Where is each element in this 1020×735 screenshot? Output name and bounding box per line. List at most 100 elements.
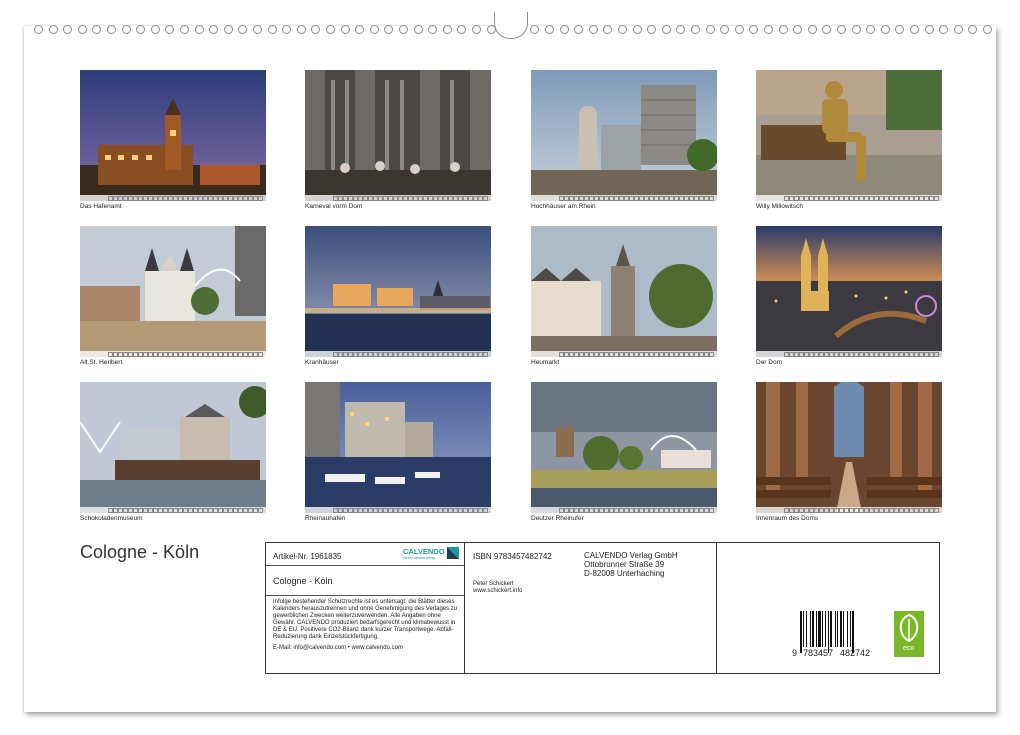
product-info-box: Artikel-Nr. 1961835 CALVENDO Mein Kalend… [265,542,940,674]
photo-caption: Innenraum des Doms [756,515,819,522]
harbour-office-photo [80,70,266,201]
calendar-day-box [258,352,263,357]
barcode-bar [843,611,844,647]
binding-hole [968,25,978,34]
calendar-day-box [934,352,939,357]
binding-hole [793,25,803,34]
binding-hole [618,25,627,34]
carnival-cathedral-photo [305,70,491,201]
binding-hole [194,25,204,34]
author-name: Peter Schickert [473,581,514,587]
binding-hole [778,25,788,34]
binding-hole [807,25,817,34]
binding-hole [910,25,919,34]
binding-hole [136,25,146,34]
deutz-riverbank-photo [531,382,717,513]
eco-label: eco [903,645,915,652]
photo-schokoladenmuseum [80,382,266,513]
statue-bench-photo [756,70,942,201]
calendar-day-box [709,196,714,201]
binding-hole [369,25,379,34]
page-title: Cologne - Köln [80,542,200,562]
binding-hole [34,25,43,34]
barcode-bar [800,611,802,653]
photo-willy-millowitsch [756,70,942,201]
chocolate-museum-photo [80,382,266,513]
calendar-strip [305,507,491,513]
binding-hole [953,25,963,34]
photo-caption: Das Hafenamt [80,203,122,210]
calendar-day-box [934,196,939,201]
barcode-bar [818,611,821,647]
calendar-strip [756,195,942,201]
binding-hole [574,25,584,34]
calendar-strip [756,507,942,513]
eco-badge: eco [894,611,924,657]
binding-hole [472,25,481,34]
binding-hole [734,25,744,34]
binding-hole [223,25,233,34]
calendar-strip [305,351,491,357]
binding-hole [720,25,730,34]
binding-hole [895,25,905,34]
product-title: Cologne - Köln [273,576,333,586]
binding-hole [822,25,832,34]
binding-hole [603,25,613,34]
barcode-bar [852,611,854,653]
publisher-street: Ottobrunner Straße 39 [584,560,665,569]
binding-hole [253,25,262,34]
photo-innenraum-des-doms [756,382,942,513]
binding-hole [209,25,219,34]
cathedral-interior-photo [756,382,942,513]
barcode-bar [812,611,814,647]
barcode-bar [835,611,836,647]
barcode-bar [850,611,851,647]
contact-line: E-Mail: info@calvendo.com • www.calvendo… [273,645,403,651]
photo-rheinauhafen [305,382,491,513]
publisher-city: D-82008 Unterhaching [584,569,665,578]
binding-hole [632,25,642,34]
photo-caption: Der Dom [756,359,783,366]
binding-hole [355,25,365,34]
legal-notice: Infolge bestehender Schutzrechte ist es … [273,599,458,640]
binding-hole [749,25,759,34]
cathedral-night-photo [756,226,942,357]
binding-hole [837,25,846,34]
binding-hole [180,25,189,34]
photo-deutzer-rheinufer [531,382,717,513]
divider [266,565,464,566]
calendar-day-box [483,196,488,201]
binding-hole [705,25,715,34]
photo-alt-st-heribert [80,226,266,357]
crane-houses-photo [305,226,491,357]
photo-caption: Schokoladenmuseum [80,515,143,522]
binding-hole [384,25,394,34]
binding-hole [588,25,598,34]
calvendo-mark-icon [447,547,459,559]
barcode-bar [822,611,823,647]
barcode-bar [806,611,807,647]
barcode-bar [830,611,832,647]
binding-hole [296,25,306,34]
heumarkt-photo [531,226,717,357]
divider [716,543,717,673]
barcode-bar [840,611,842,647]
binding-hole [399,25,408,34]
binding-hole [326,25,335,34]
binding-hole [559,25,569,34]
binding-hole [661,25,671,34]
binding-hole [413,25,423,34]
binding-hole [267,25,277,34]
leaf-icon [899,613,919,643]
calendar-strip [531,195,717,201]
photo-caption: Karneval vorm Dom [305,203,363,210]
church-photo [80,226,266,357]
photo-caption: Rheinauhafen [305,515,346,522]
article-number: Artikel-Nr. 1961835 [273,552,342,561]
binding-hole [880,25,890,34]
binding-hole [764,25,773,34]
binding-hole [530,25,540,34]
binding-hole [48,25,58,34]
binding-hole [311,25,321,34]
binding-hole [442,25,452,34]
